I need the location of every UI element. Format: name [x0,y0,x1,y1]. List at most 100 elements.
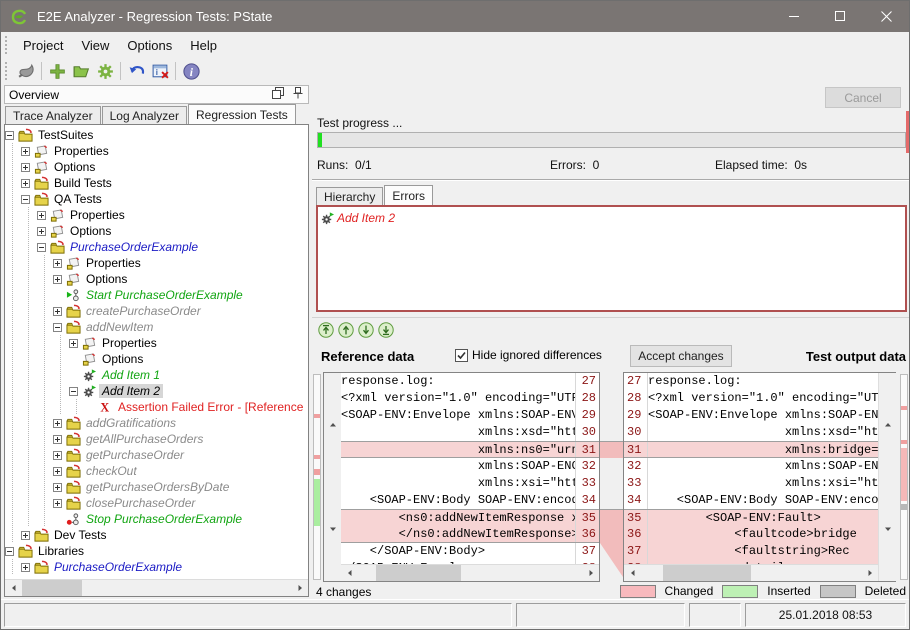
diff-line[interactable]: response.log:27 [341,373,599,390]
scroll-left-icon[interactable] [624,565,641,581]
expand-icon[interactable] [21,147,30,156]
collapse-icon[interactable] [5,547,14,556]
expander-cell[interactable] [37,227,50,236]
open-folder-icon[interactable] [69,60,93,82]
scroll-up-icon[interactable] [324,373,341,477]
tree-item[interactable]: Options [5,223,308,239]
expander-cell[interactable] [21,531,34,540]
tree-item[interactable]: Dev Tests [5,527,308,543]
expander-cell[interactable] [53,275,66,284]
expander-cell[interactable] [21,179,34,188]
expand-icon[interactable] [53,307,62,316]
accept-changes-button[interactable]: Accept changes [630,345,732,367]
diff-line[interactable]: <SOAP-ENV:Envelope xmlns:SOAP-ENV="http2… [341,407,599,424]
diff-line[interactable]: </ns0:addNewItemResponse>36 [341,526,599,543]
expander-cell[interactable] [53,307,66,316]
scroll-left-icon[interactable] [341,565,358,581]
tree-item[interactable]: XAssertion Failed Error - [Reference [5,399,308,415]
tree-item[interactable]: Libraries [5,543,308,559]
menu-item-help[interactable]: Help [181,34,226,57]
next-difference-button[interactable] [358,322,374,338]
output-horizontal-scrollbar[interactable] [624,564,878,581]
collapse-icon[interactable] [69,387,78,396]
reference-horizontal-scrollbar[interactable] [341,564,599,581]
expand-icon[interactable] [21,563,30,572]
diff-line[interactable]: 31 xmlns:bridge="b [624,441,878,458]
diff-line[interactable]: <?xml version="1.0" encoding="UTF-8"?>28 [341,390,599,407]
expander-cell[interactable] [53,259,66,268]
diff-line[interactable]: xmlns:SOAP-ENC="32 [341,458,599,475]
expand-icon[interactable] [21,179,30,188]
tree-item[interactable]: getPurchaseOrder [5,447,308,463]
hide-ignored-differences-checkbox[interactable]: Hide ignored differences [455,348,602,362]
info-icon[interactable]: i [179,60,203,82]
tree-horizontal-scrollbar[interactable] [5,579,308,596]
tree-item[interactable]: PurchaseOrderExample [5,559,308,575]
toolbar-grip[interactable] [5,62,9,80]
scroll-down-icon[interactable] [879,477,896,581]
expand-icon[interactable] [53,499,62,508]
expander-cell[interactable] [21,147,34,156]
tab-trace-analyzer[interactable]: Trace Analyzer [5,106,101,124]
diff-line[interactable]: 27response.log: [624,373,878,390]
run-disabled-icon[interactable] [14,60,38,82]
expander-cell[interactable] [69,387,82,396]
collapse-icon[interactable] [5,131,14,140]
diff-line[interactable]: </SOAP-ENV:Body>37 [341,543,599,560]
expand-icon[interactable] [53,435,62,444]
scroll-up-icon[interactable] [879,373,896,477]
tree-item[interactable]: Add Item 1 [5,367,308,383]
first-difference-button[interactable] [318,322,334,338]
scroll-right-icon[interactable] [582,565,599,581]
expander-cell[interactable] [21,195,34,204]
expander-cell[interactable] [53,435,66,444]
tree-item[interactable]: closePurchaseOrder [5,495,308,511]
log-window-error-icon[interactable]: i [148,60,172,82]
tree-item[interactable]: Stop PurchaseOrderExample [5,511,308,527]
tree-item[interactable]: Options [5,159,308,175]
tree-item[interactable]: TestSuites [5,127,308,143]
expander-cell[interactable] [53,483,66,492]
settings-gear-icon[interactable] [93,60,117,82]
diff-line[interactable]: 28<?xml version="1.0" encoding="UTF-8"?> [624,390,878,407]
scroll-right-icon[interactable] [861,565,878,581]
expander-cell[interactable] [69,339,82,348]
menu-item-view[interactable]: View [72,34,118,57]
scroll-down-icon[interactable] [324,477,341,581]
tree-item[interactable]: getPurchaseOrdersByDate [5,479,308,495]
diff-line[interactable]: 33 xmlns:xsi="http: [624,475,878,492]
tree-item[interactable]: addGratifications [5,415,308,431]
tree-item[interactable]: Add Item 2 [5,383,308,399]
expand-icon[interactable] [53,419,62,428]
left-overview-ruler[interactable] [313,374,321,580]
expander-cell[interactable] [53,451,66,460]
expand-icon[interactable] [53,259,62,268]
tree-item[interactable]: QA Tests [5,191,308,207]
tree-item[interactable]: PurchaseOrderExample [5,239,308,255]
expand-icon[interactable] [53,275,62,284]
collapse-icon[interactable] [37,243,46,252]
diff-line[interactable]: 36 <faultcode>bridge [624,526,878,543]
tab-log-analyzer[interactable]: Log Analyzer [102,106,187,124]
tree-item[interactable]: addNewItem [5,319,308,335]
expander-cell[interactable] [53,467,66,476]
menu-item-options[interactable]: Options [118,34,181,57]
tab-errors[interactable]: Errors [384,185,433,205]
close-button[interactable] [863,1,909,32]
tree-item[interactable]: Properties [5,255,308,271]
pin-icon[interactable] [292,87,304,102]
expander-cell[interactable] [21,163,34,172]
expander-cell[interactable] [21,563,34,572]
expander-cell[interactable] [5,547,18,556]
previous-difference-button[interactable] [338,322,354,338]
expand-icon[interactable] [37,211,46,220]
scroll-right-icon[interactable] [291,580,308,596]
expand-icon[interactable] [53,467,62,476]
expander-cell[interactable] [37,243,50,252]
expand-icon[interactable] [69,339,78,348]
right-overview-ruler[interactable] [900,374,908,580]
expander-cell[interactable] [53,499,66,508]
collapse-icon[interactable] [53,323,62,332]
menu-item-project[interactable]: Project [14,34,72,57]
diff-line[interactable]: xmlns:xsd="http:30 [341,424,599,441]
